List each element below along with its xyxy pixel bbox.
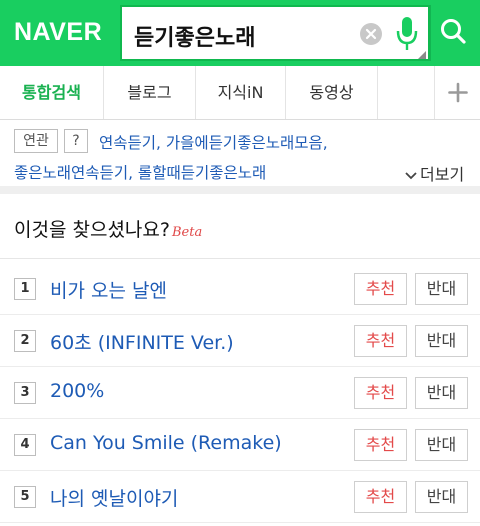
song-link[interactable]: 나의 옛날이야기	[50, 484, 178, 511]
suggestion-row: 5 나의 옛날이야기 추천 반대	[0, 471, 480, 523]
suggestion-row: 4 Can You Smile (Remake) 추천 반대	[0, 419, 480, 471]
beta-badge: Beta	[171, 225, 203, 240]
tab-knowledge-in[interactable]: 지식iN	[196, 66, 286, 119]
oppose-button[interactable]: 반대	[415, 429, 468, 461]
oppose-button[interactable]: 반대	[415, 377, 468, 409]
tab-video[interactable]: 동영상	[286, 66, 378, 119]
oppose-button[interactable]: 반대	[415, 273, 468, 305]
related-links-line-2[interactable]: 좋은노래연속듣기, 롤할때듣기좋은노래	[14, 161, 266, 183]
suggestions-title-text: 이것을 찾으셨나요?	[14, 219, 170, 241]
oppose-button[interactable]: 반대	[415, 325, 468, 357]
song-link[interactable]: Can You Smile (Remake)	[50, 432, 282, 454]
rank-badge: 4	[14, 434, 36, 456]
suggestion-row: 3 200% 추천 반대	[0, 367, 480, 419]
suggestions-title: 이것을 찾으셨나요? Beta	[14, 215, 202, 242]
song-link[interactable]: 60초 (INFINITE Ver.)	[50, 328, 234, 355]
related-links-line-1[interactable]: 연속듣기, 가을에듣기좋은노래모음,	[99, 131, 328, 153]
clear-search-button[interactable]	[360, 23, 382, 45]
search-icon	[441, 19, 466, 44]
tab-blog[interactable]: 블로그	[104, 66, 196, 119]
recommend-button[interactable]: 추천	[354, 429, 407, 461]
search-button[interactable]	[430, 5, 475, 61]
naver-logo[interactable]: NAVER	[14, 18, 102, 47]
rank-badge: 3	[14, 382, 36, 404]
search-input[interactable]: 듣기좋은노래	[134, 20, 255, 52]
suggestion-row: 1 비가 오는 날엔 추천 반대	[0, 263, 480, 315]
microphone-icon	[396, 17, 418, 50]
rank-badge: 5	[14, 486, 36, 508]
divider	[0, 258, 480, 259]
voice-search-button[interactable]	[392, 15, 422, 55]
rank-badge: 1	[14, 278, 36, 300]
more-button[interactable]: 더보기	[404, 161, 464, 185]
recommend-button[interactable]: 추천	[354, 273, 407, 305]
recommend-button[interactable]: 추천	[354, 481, 407, 513]
song-link[interactable]: 200%	[50, 380, 104, 402]
chevron-down-icon	[405, 171, 417, 179]
close-icon	[365, 28, 377, 40]
more-label: 더보기	[420, 165, 465, 184]
search-tabs: 통합검색 블로그 지식iN 동영상	[0, 66, 480, 120]
related-searches: 연관 ? 연속듣기, 가을에듣기좋은노래모음, 좋은노래연속듣기, 롤할때듣기좋…	[0, 120, 480, 194]
recommend-button[interactable]: 추천	[354, 377, 407, 409]
rank-badge: 2	[14, 330, 36, 352]
related-badge: 연관	[14, 129, 58, 153]
header-bar: NAVER 듣기좋은노래	[0, 0, 480, 66]
help-button[interactable]: ?	[64, 129, 88, 153]
tab-integrated-search[interactable]: 통합검색	[0, 66, 104, 119]
recommend-button[interactable]: 추천	[354, 325, 407, 357]
tab-more-button[interactable]	[434, 66, 480, 119]
oppose-button[interactable]: 반대	[415, 481, 468, 513]
search-box[interactable]: 듣기좋은노래	[120, 5, 430, 61]
corner-triangle-icon	[418, 51, 426, 59]
plus-icon	[448, 82, 468, 103]
suggestion-row: 2 60초 (INFINITE Ver.) 추천 반대	[0, 315, 480, 367]
song-link[interactable]: 비가 오는 날엔	[50, 276, 167, 303]
